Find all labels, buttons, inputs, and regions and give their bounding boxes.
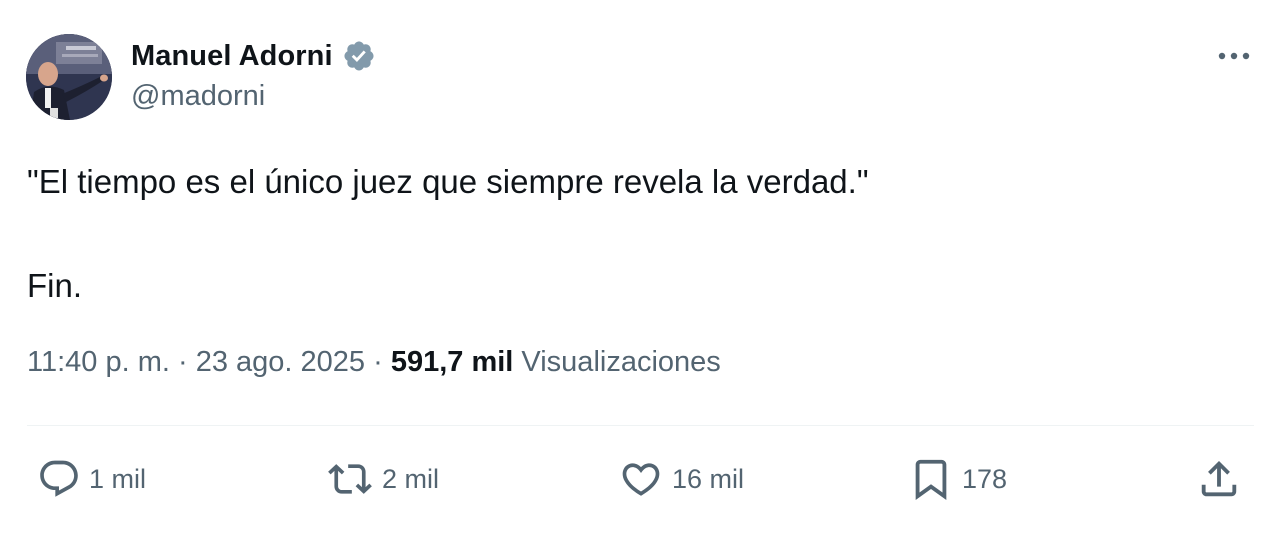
repost-icon	[328, 464, 372, 494]
bookmark-count: 178	[962, 463, 1008, 494]
tweet-text: "El tiempo es el único juez que siempre …	[27, 156, 1227, 312]
author-display-name[interactable]: Manuel Adorni	[131, 40, 333, 73]
reply-button[interactable]: 1 mil	[37, 455, 146, 503]
like-count: 16 mil	[672, 463, 745, 494]
more-options-button[interactable]	[1212, 40, 1256, 72]
bookmark-icon	[915, 459, 947, 500]
tweet-card: Manuel Adorni @madorni "El tiempo es el …	[0, 0, 1280, 542]
divider	[27, 425, 1254, 426]
more-horizontal-icon	[1218, 52, 1250, 60]
verified-badge-icon	[342, 39, 376, 73]
like-button[interactable]: 16 mil	[618, 455, 744, 503]
meta-separator: ·	[365, 346, 391, 378]
tweet-text-line: Fin.	[27, 267, 83, 304]
avatar[interactable]	[26, 34, 112, 120]
repost-count: 2 mil	[382, 463, 440, 494]
avatar-image	[26, 34, 112, 120]
repost-button[interactable]: 2 mil	[326, 455, 439, 503]
tweet-time[interactable]: 11:40 p. m.	[27, 346, 170, 378]
author-name-row: Manuel Adorni	[131, 36, 376, 76]
share-icon	[1201, 460, 1237, 497]
reply-count: 1 mil	[89, 463, 147, 494]
meta-separator: ·	[169, 346, 196, 378]
share-button[interactable]	[1196, 455, 1242, 503]
heart-icon	[622, 463, 660, 496]
reply-icon	[40, 460, 78, 497]
tweet-date[interactable]: 23 ago. 2025	[196, 346, 365, 378]
views-label: Visualizaciones	[521, 346, 721, 378]
bookmark-button[interactable]: 178	[908, 455, 1007, 503]
views-count: 591,7 mil	[390, 346, 514, 378]
tweet-text-line: "El tiempo es el único juez que siempre …	[27, 163, 869, 200]
tweet-metadata: 11:40 p. m. · 23 ago. 2025 · 591,7 mil V…	[27, 346, 721, 379]
author-handle[interactable]: @madorni	[131, 80, 265, 113]
